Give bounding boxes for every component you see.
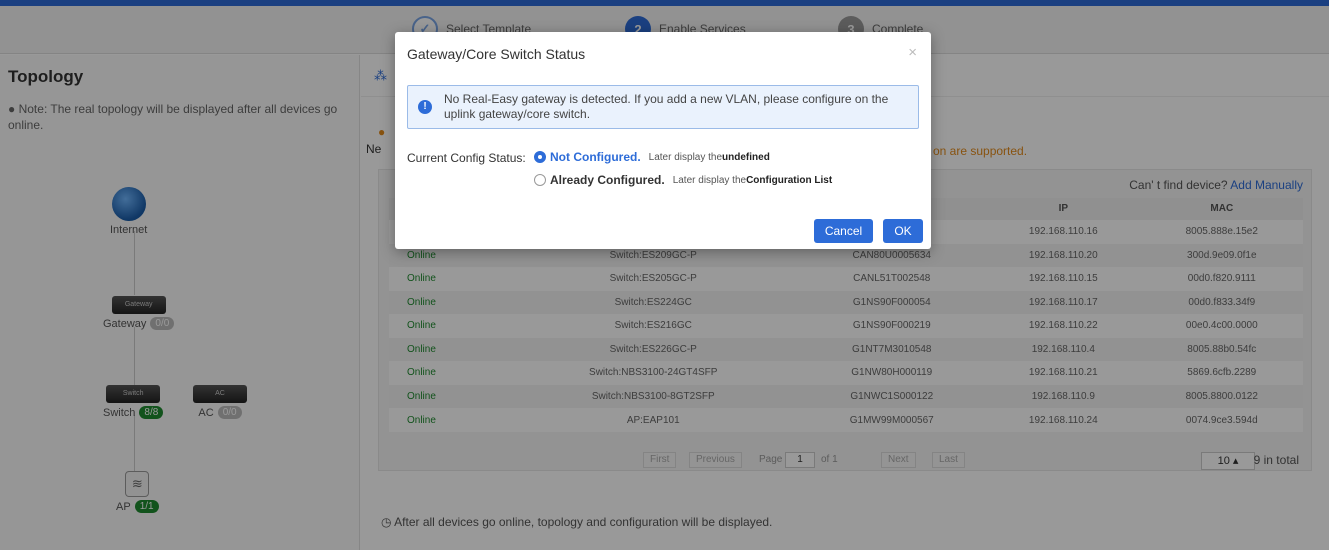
info-alert: ! No Real-Easy gateway is detected. If y… (407, 85, 919, 129)
config-status-label: Current Config Status: (407, 151, 526, 165)
ok-button[interactable]: OK (883, 219, 923, 243)
dialog-title: Gateway/Core Switch Status (407, 46, 586, 62)
radio-description: Later display theundefined (648, 151, 770, 163)
radio-description: Later display theConfiguration List (672, 174, 833, 186)
radio-already-configured[interactable]: Already Configured. Later display theCon… (534, 173, 832, 187)
radio-not-configured[interactable]: Not Configured. Later display theundefin… (534, 150, 770, 164)
info-icon: ! (418, 100, 432, 114)
gateway-status-dialog: Gateway/Core Switch Status × ! No Real-E… (395, 32, 931, 249)
close-icon[interactable]: × (908, 44, 917, 61)
radio-unselected-icon[interactable] (534, 174, 546, 186)
radio-label[interactable]: Already Configured. (550, 173, 665, 187)
info-alert-text: No Real-Easy gateway is detected. If you… (444, 92, 889, 121)
cancel-button[interactable]: Cancel (814, 219, 873, 243)
radio-label[interactable]: Not Configured. (550, 150, 641, 164)
radio-selected-icon[interactable] (534, 151, 546, 163)
